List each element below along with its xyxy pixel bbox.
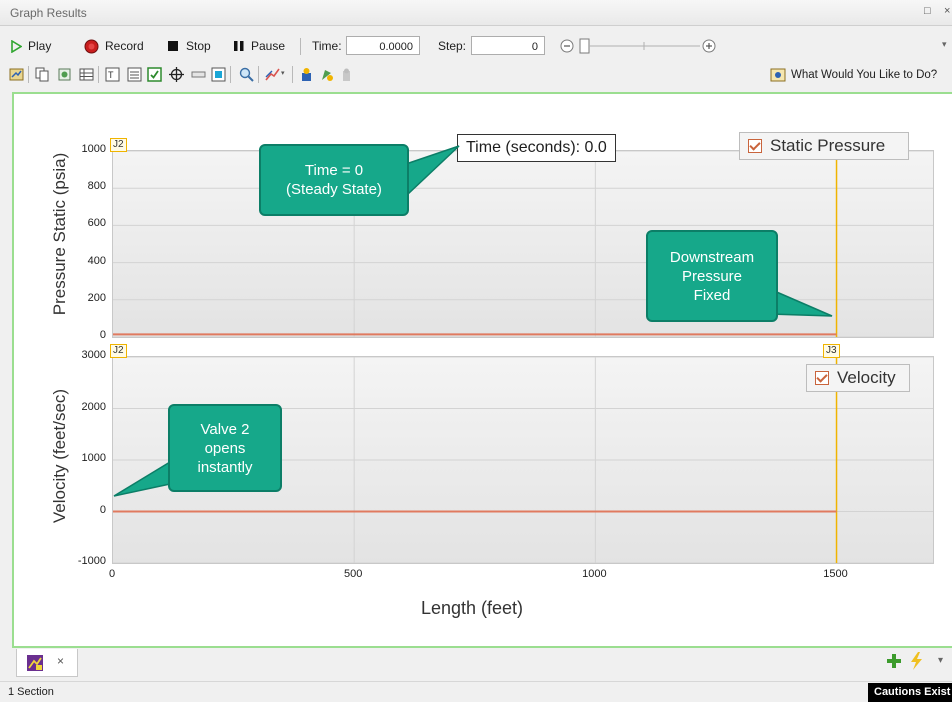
play-label: Play bbox=[28, 39, 52, 53]
checkbox-toggle-icon[interactable] bbox=[146, 66, 162, 82]
crosshair-icon[interactable] bbox=[168, 66, 184, 82]
graph-tab-icon bbox=[27, 655, 43, 671]
record-icon bbox=[84, 39, 99, 53]
graph-frame: Pressure Static (psia) Velocity (feet/se… bbox=[12, 92, 952, 648]
add-junction-icon[interactable] bbox=[318, 66, 334, 82]
section-count: 1 Section bbox=[8, 686, 54, 698]
close-tab-icon[interactable]: × bbox=[57, 654, 64, 668]
cautions-badge[interactable]: Cautions Exist bbox=[868, 683, 952, 702]
record-label: Record bbox=[105, 39, 144, 53]
callout-pointers bbox=[113, 145, 833, 497]
zoom-icon[interactable] bbox=[238, 66, 254, 82]
disabled-tool-icon bbox=[338, 66, 354, 82]
toolbar-separator bbox=[98, 66, 99, 83]
graph-tab-bar: × ▾ bbox=[12, 649, 952, 679]
valve-opens-callout: Valve 2 opens instantly bbox=[168, 404, 282, 492]
callout-line: Time = 0 bbox=[304, 162, 364, 179]
graph-params-icon[interactable] bbox=[8, 66, 24, 82]
line-style-icon[interactable] bbox=[264, 66, 280, 82]
help-button[interactable]: What Would You Like to Do? bbox=[770, 66, 937, 84]
legend-icon[interactable] bbox=[126, 66, 142, 82]
callout-line: opens bbox=[204, 439, 246, 457]
stop-label: Stop bbox=[186, 39, 211, 53]
step-label: Step: bbox=[438, 39, 467, 53]
downstream-pressure-callout: Downstream Pressure Fixed bbox=[646, 230, 778, 322]
callout-line: (Steady State) bbox=[286, 181, 382, 198]
svg-text:T: T bbox=[108, 70, 114, 80]
dropdown-arrow-icon[interactable]: ▾ bbox=[281, 69, 285, 77]
callout-line: instantly bbox=[197, 458, 253, 476]
lightning-icon[interactable] bbox=[908, 652, 924, 670]
callout-line: Downstream bbox=[669, 248, 755, 266]
frame-icon[interactable] bbox=[210, 66, 226, 82]
steady-state-pointer bbox=[405, 145, 460, 196]
callout-line: Pressure bbox=[681, 267, 743, 285]
valve-pointer bbox=[113, 460, 171, 497]
export-icon[interactable] bbox=[56, 66, 72, 82]
toolbar-overflow-icon[interactable]: ▾ bbox=[942, 39, 947, 50]
pause-button[interactable]: Pause bbox=[234, 37, 285, 55]
close-icon[interactable]: × bbox=[944, 5, 950, 17]
window-title: Graph Results bbox=[10, 6, 87, 20]
callout-line: Fixed bbox=[693, 286, 731, 304]
step-input[interactable] bbox=[471, 36, 545, 55]
tab-dropdown-icon[interactable]: ▾ bbox=[938, 655, 943, 666]
add-pipe-icon[interactable] bbox=[298, 66, 314, 82]
title-bar: Graph Results □ × bbox=[0, 0, 952, 26]
player-toolbar: Play Record Stop Pause Time: Step: bbox=[0, 34, 952, 58]
annotation-icon[interactable]: T bbox=[104, 66, 120, 82]
toolbar-separator bbox=[28, 66, 29, 83]
graph-tab[interactable]: × bbox=[16, 649, 78, 677]
graph-results-window: Graph Results □ × Play Record Stop Pause… bbox=[0, 0, 952, 702]
toolbar-separator bbox=[292, 66, 293, 83]
stop-button[interactable]: Stop bbox=[168, 37, 211, 55]
toolbar-separator bbox=[230, 66, 231, 83]
toolbar-separator bbox=[300, 38, 301, 55]
status-bar: 1 Section Cautions Exist bbox=[0, 681, 952, 702]
play-icon bbox=[11, 39, 22, 53]
downstream-pointer bbox=[769, 288, 833, 317]
scale-icon[interactable] bbox=[190, 66, 206, 82]
pause-icon bbox=[234, 40, 244, 51]
steady-state-callout: Time = 0 (Steady State) bbox=[259, 144, 409, 216]
stop-icon bbox=[168, 40, 178, 51]
restore-icon[interactable]: □ bbox=[924, 5, 931, 17]
help-wizard-icon bbox=[770, 68, 786, 82]
time-input[interactable] bbox=[346, 36, 420, 55]
play-button[interactable]: Play bbox=[10, 37, 51, 55]
callout-line: Valve 2 bbox=[200, 420, 250, 438]
time-label: Time: bbox=[312, 39, 342, 53]
copy-icon[interactable] bbox=[34, 66, 50, 82]
graph-toolbar: T ▾ What Would You Like to Do? bbox=[0, 62, 952, 86]
add-graph-icon[interactable] bbox=[886, 653, 902, 669]
record-button[interactable]: Record bbox=[84, 37, 144, 55]
time-slider[interactable] bbox=[560, 38, 718, 54]
table-icon[interactable] bbox=[78, 66, 94, 82]
help-label: What Would You Like to Do? bbox=[791, 69, 938, 81]
toolbar-separator bbox=[258, 66, 259, 83]
pause-label: Pause bbox=[251, 39, 286, 53]
